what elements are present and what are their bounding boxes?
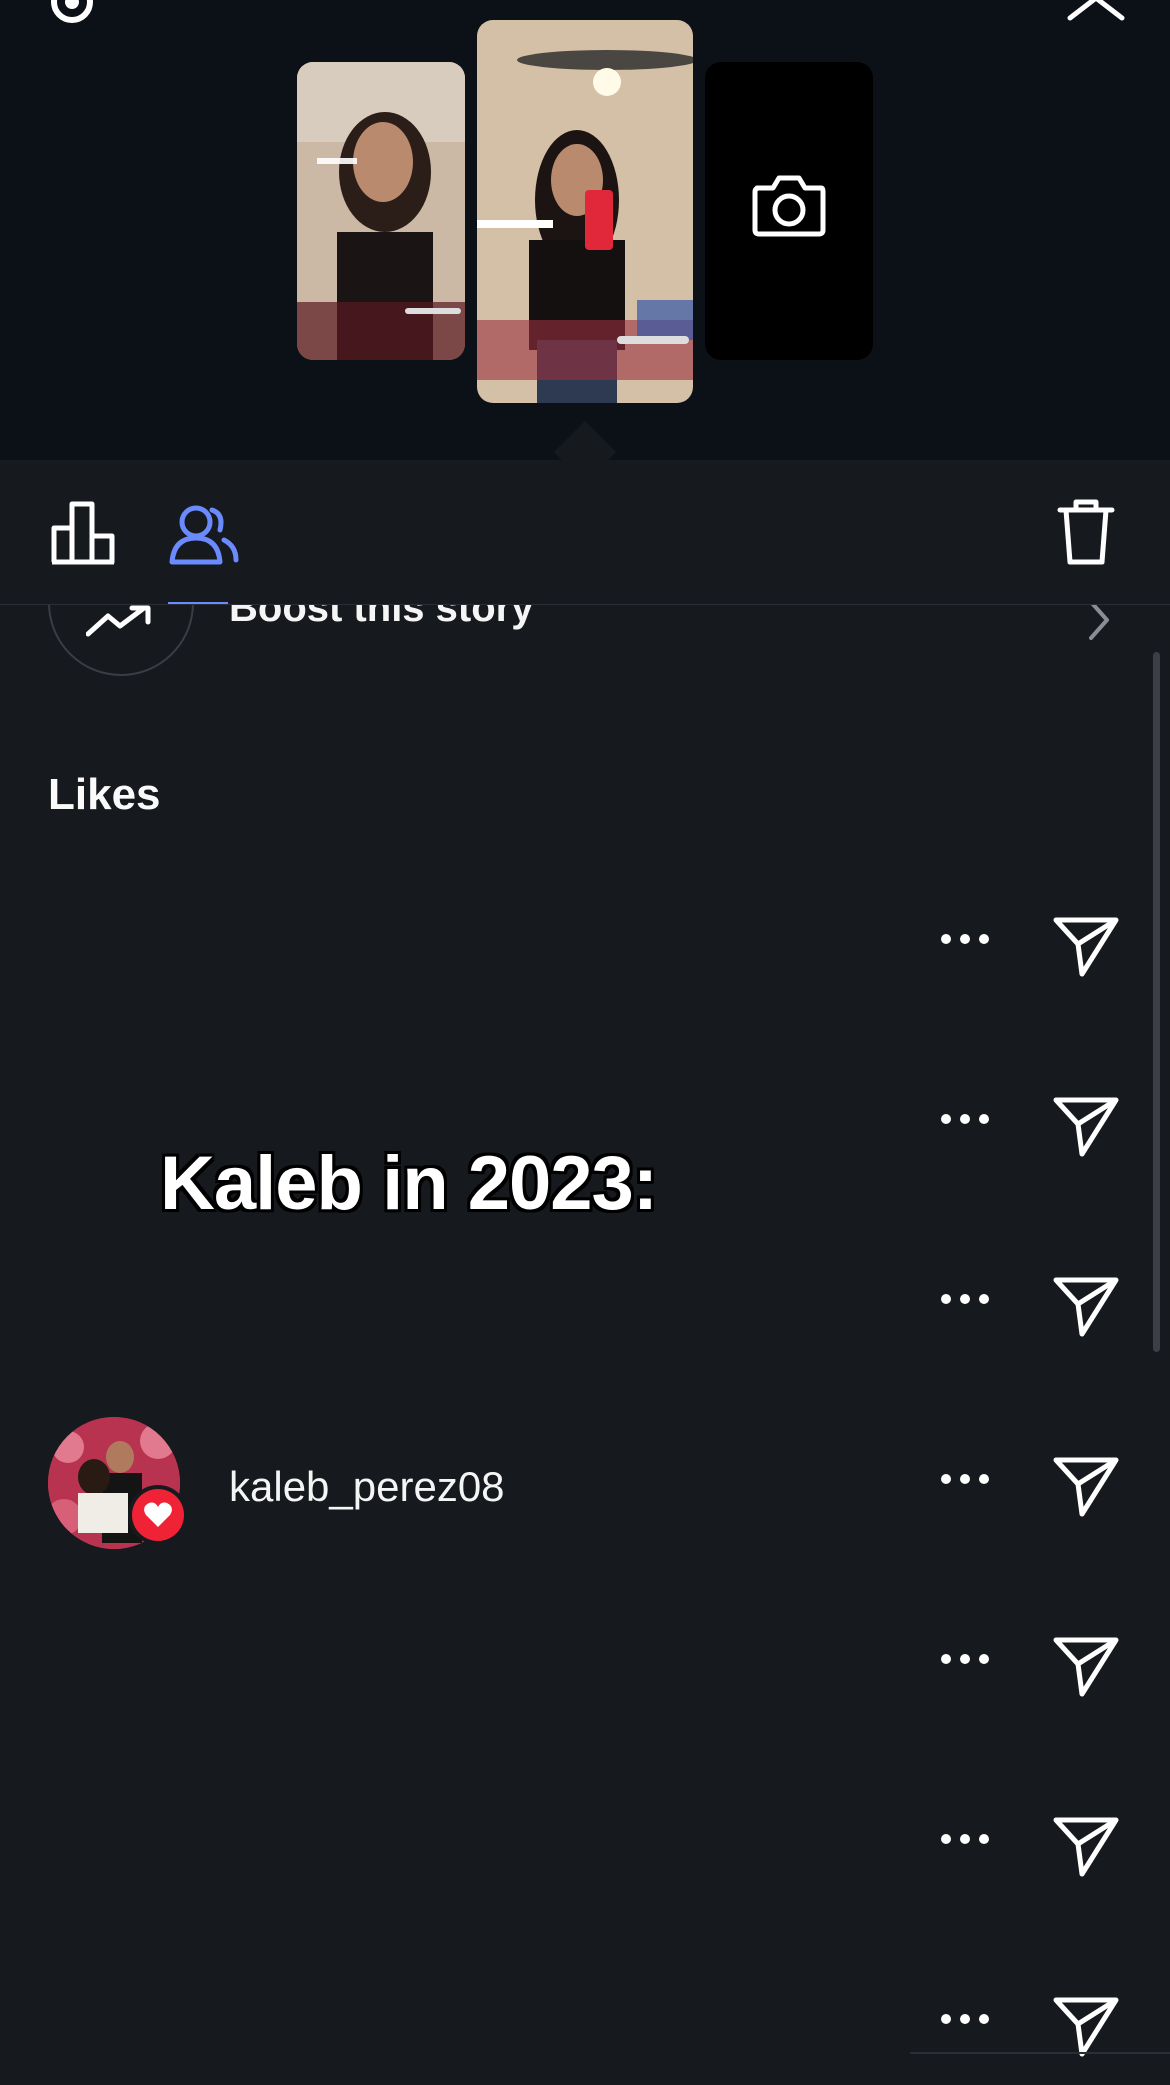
- add-story-camera-tile[interactable]: [705, 62, 873, 360]
- trending-up-icon: [86, 605, 151, 637]
- trash-icon[interactable]: [1056, 498, 1116, 566]
- send-icon[interactable]: [1052, 914, 1120, 978]
- more-options-icon[interactable]: [940, 1473, 990, 1485]
- username[interactable]: kaleb_perez08: [229, 1463, 505, 1511]
- active-tab-indicator: [168, 602, 228, 604]
- send-icon[interactable]: [1052, 1814, 1120, 1878]
- scrollbar[interactable]: [1153, 652, 1160, 1352]
- divider: [910, 2052, 1170, 2054]
- liked-badge: [128, 1485, 188, 1545]
- more-options-icon[interactable]: [940, 2013, 990, 2025]
- list-item[interactable]: [0, 1605, 1170, 1725]
- send-icon[interactable]: [1052, 1454, 1120, 1518]
- close-icon[interactable]: [1062, 0, 1132, 28]
- list-item[interactable]: [0, 1965, 1170, 2085]
- list-item[interactable]: [0, 1785, 1170, 1905]
- send-icon[interactable]: [1052, 1634, 1120, 1698]
- more-options-icon[interactable]: [940, 1293, 990, 1305]
- more-options-icon[interactable]: [940, 1113, 990, 1125]
- list-item[interactable]: [0, 1065, 1170, 1185]
- list-item[interactable]: [0, 1245, 1170, 1365]
- more-options-icon[interactable]: [940, 1833, 990, 1845]
- more-options-icon[interactable]: [940, 1653, 990, 1665]
- story-toolbar: [0, 460, 1170, 605]
- likes-section-title: Likes: [48, 770, 161, 819]
- boost-story-row[interactable]: Boost this story: [0, 530, 1170, 684]
- story-thumbnail-previous[interactable]: [297, 62, 465, 360]
- send-icon[interactable]: [1052, 1094, 1120, 1158]
- list-item[interactable]: kaleb_perez08: [0, 1417, 1170, 1549]
- camera-icon: [752, 175, 826, 237]
- bar-chart-icon[interactable]: [50, 500, 118, 566]
- heart-icon: [144, 1502, 172, 1527]
- story-thumbnails-header: [0, 0, 1170, 460]
- send-icon[interactable]: [1052, 1994, 1120, 2058]
- gear-icon[interactable]: [42, 0, 102, 32]
- send-icon[interactable]: [1052, 1274, 1120, 1338]
- more-options-icon[interactable]: [940, 933, 990, 945]
- people-icon[interactable]: [168, 502, 240, 568]
- list-item[interactable]: [0, 885, 1170, 1005]
- story-thumbnail-current[interactable]: [477, 20, 693, 403]
